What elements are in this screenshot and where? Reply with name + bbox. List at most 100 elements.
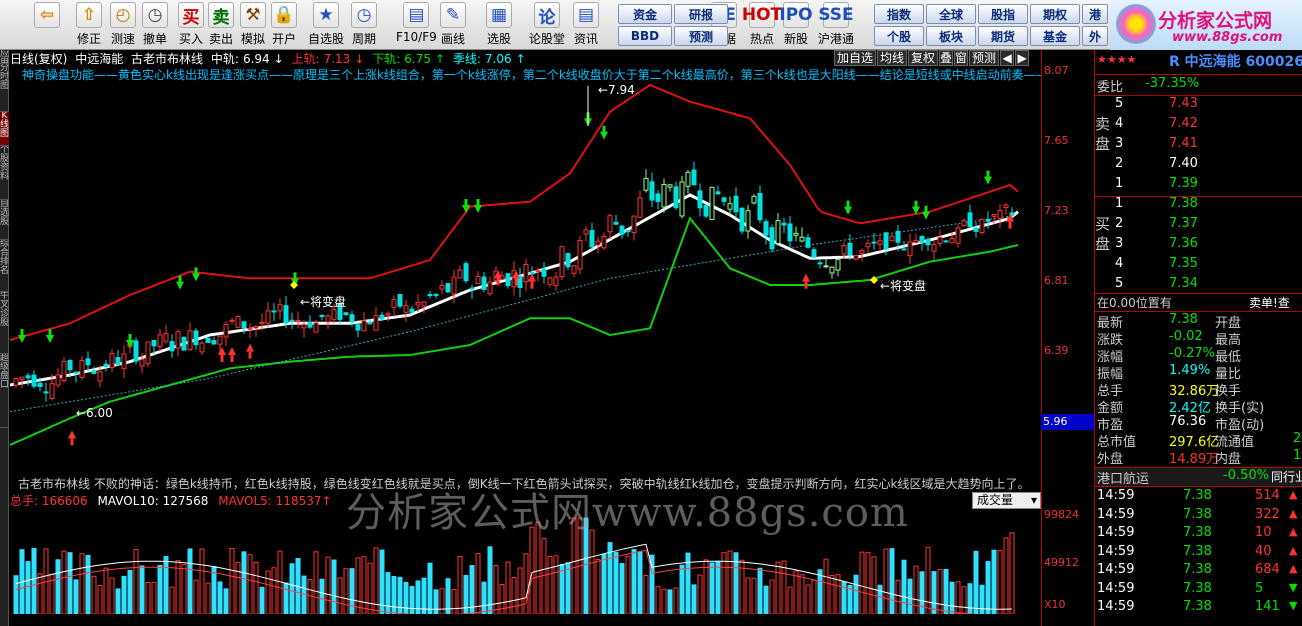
toolbar-new-stock-button[interactable]: IPO 新股	[779, 2, 813, 48]
chart-tool-1[interactable]: 均线	[877, 50, 908, 66]
volume-bar	[361, 556, 367, 615]
volume-bar	[619, 563, 625, 615]
toolbar-draw-button[interactable]: ✎ 画线	[440, 2, 466, 48]
chart-tool-close-icon[interactable]: ▶	[1015, 50, 1030, 66]
chart-tool-0[interactable]: 加自选	[834, 50, 877, 66]
side-tab-4[interactable]: 自选股	[0, 200, 9, 240]
hotspot-label: 热点	[749, 32, 774, 46]
forum-icon-glyph: 论	[538, 7, 556, 28]
stock-picker-label: 选股	[486, 32, 511, 46]
stat-row: 总手 32.86万 换手	[1095, 380, 1302, 399]
hotspot-icon: HOT	[742, 2, 782, 28]
panel-button-8[interactable]: 个股	[874, 26, 924, 46]
toolbar-cancel-order-button[interactable]: ◷ 撤单	[142, 2, 168, 48]
buy-level: 3	[1115, 236, 1124, 251]
side-tab-0[interactable]: 应用	[0, 50, 9, 64]
side-tab-2[interactable]: K线图	[0, 112, 9, 146]
volume-bar	[205, 582, 211, 615]
volume-bar	[589, 529, 595, 615]
side-tab-5[interactable]: 综合排名	[0, 240, 9, 292]
stock-picker-icon-glyph: ▦	[490, 5, 508, 25]
buy-price: 7.34	[1169, 276, 1198, 291]
trade-volume: 10	[1255, 525, 1272, 540]
chart-tool-5[interactable]: 预测	[969, 50, 1000, 66]
candle-body	[421, 301, 427, 307]
candle-body	[967, 212, 973, 228]
panel-button-10[interactable]: 期货	[978, 26, 1028, 46]
volume-bar	[973, 550, 979, 615]
side-tab-1[interactable]: 分时图	[0, 64, 9, 112]
chart-tool-more-icon[interactable]: ◀	[1000, 50, 1015, 66]
volume-bar	[481, 581, 487, 615]
panel-button-7[interactable]: 期权	[1030, 4, 1080, 24]
panel-button-extra-1[interactable]: 外	[1082, 26, 1108, 46]
volume-bar	[475, 553, 481, 615]
toolbar-open-account-button[interactable]: 🔒 开户	[271, 2, 297, 48]
panel-button-2[interactable]: BBD	[618, 26, 672, 46]
candle-body	[607, 215, 613, 233]
candle-body	[91, 370, 97, 374]
kline-chart[interactable]: ←7.94 ←6.00 ←将变盘 ←将变盘 神奇操盘功能——黄色实心k线出现是逢涨买点—…	[10, 66, 1041, 488]
volume-indicator-select[interactable]: 成交量 ▾	[972, 492, 1041, 509]
panel-button-5[interactable]: 全球	[926, 4, 976, 24]
buy-signal-arrow-icon	[246, 343, 254, 352]
candle-body	[685, 171, 691, 187]
panel-button-extra-0[interactable]: 港	[1082, 4, 1108, 24]
toolbar-news-button[interactable]: ▤ 资讯	[573, 2, 599, 48]
volume-bar	[505, 561, 511, 615]
indicator-name[interactable]: 古老市布林线	[131, 52, 203, 66]
panel-button-4[interactable]: 指数	[874, 4, 924, 24]
volume-bar	[133, 549, 139, 615]
toolbar-hotspot-button[interactable]: HOT 热点	[742, 2, 782, 48]
cancel-order-icon: ◷	[142, 2, 168, 28]
candle-body	[541, 268, 547, 277]
toolbar-fix-button[interactable]: ⇧ 修正	[76, 2, 102, 48]
toolbar-watchlist-button[interactable]: ★ 自选股	[308, 2, 344, 48]
volume-bar	[1003, 537, 1009, 615]
panel-button-0[interactable]: 资金	[618, 4, 672, 24]
candle-body	[211, 339, 217, 345]
same-industry-button[interactable]: 同行业	[1271, 468, 1302, 485]
candle-body	[391, 299, 397, 308]
candle-body	[361, 320, 367, 332]
panel-button-3[interactable]: 预测	[674, 26, 728, 46]
volume-bar	[991, 549, 997, 615]
panel-button-11[interactable]: 基金	[1030, 26, 1080, 46]
candle-body	[355, 324, 361, 331]
trade-volume: 5	[1255, 580, 1264, 596]
panel-button-9[interactable]: 板块	[926, 26, 976, 46]
toolbar-period-button[interactable]: ◷ 周期	[351, 2, 377, 48]
candle-body	[169, 341, 175, 352]
toolbar-simulate-button[interactable]: ⚒ 模拟	[240, 2, 266, 48]
sector-row[interactable]: 港口航运 -0.50% 同行业	[1095, 468, 1302, 487]
toolbar-speed-button[interactable]: ◴ 测速	[110, 2, 136, 48]
sell-row: 1 7.39	[1095, 176, 1302, 195]
trade-time: 14:59	[1097, 506, 1135, 522]
buy-icon: 买	[178, 2, 204, 28]
period-label[interactable]: 日线(复权)	[10, 52, 67, 66]
panel-button-6[interactable]: 股指	[978, 4, 1028, 24]
chart-tool-4[interactable]: 窗	[954, 50, 969, 66]
toolbar-buy-button[interactable]: 买买入	[178, 2, 204, 48]
side-tab-7[interactable]: 超级盘口	[0, 354, 9, 428]
volume-bar	[559, 564, 565, 615]
volume-bar	[745, 577, 751, 615]
chart-tool-3[interactable]: 叠	[939, 50, 954, 66]
toolbar-hk-connect-button[interactable]: SSE 沪港通	[818, 2, 854, 48]
candle-body	[283, 305, 289, 324]
toolbar-forum-button[interactable]: 论论股堂	[529, 2, 565, 48]
panel-button-1[interactable]: 研报	[674, 4, 728, 24]
volume-tick-label: X10	[1044, 598, 1066, 611]
toolbar-stock-picker-button[interactable]: ▦ 选股	[486, 2, 512, 48]
candle-body	[751, 195, 757, 204]
chart-tool-2[interactable]: 复权	[908, 50, 939, 66]
candle-body	[175, 331, 181, 349]
toolbar-f10-button[interactable]: ▤ F10/F9	[396, 2, 437, 48]
sell-signal-arrow-icon	[922, 211, 930, 220]
toolbar-back-button[interactable]: ⇦	[34, 2, 60, 48]
side-tab-3[interactable]: 个股资料	[0, 146, 9, 200]
position-action[interactable]: 卖单!查	[1249, 294, 1290, 311]
toolbar-sell-button[interactable]: 卖卖出	[208, 2, 234, 48]
volume-bar	[715, 560, 721, 615]
side-tab-6[interactable]: 牛叉诊股	[0, 292, 9, 354]
